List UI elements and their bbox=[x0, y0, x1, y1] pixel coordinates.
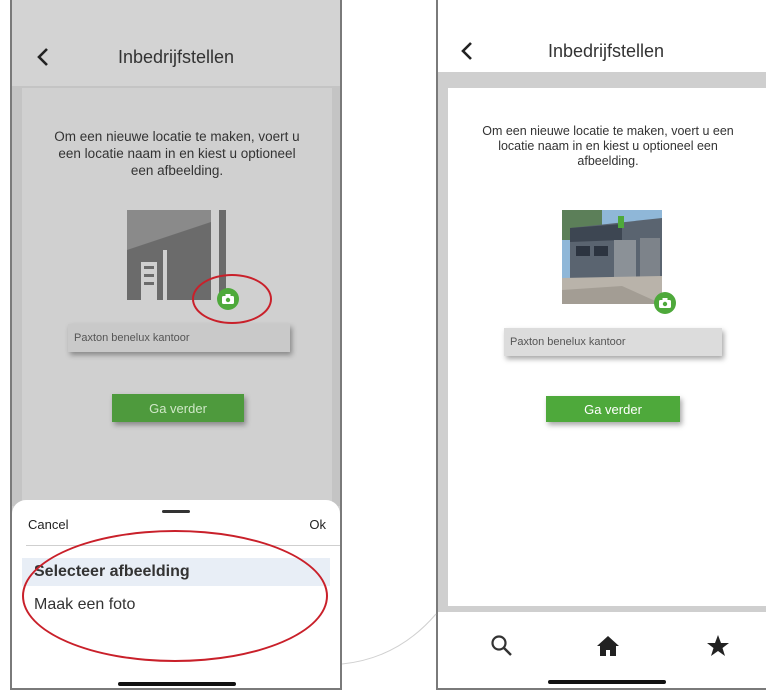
star-icon bbox=[707, 635, 729, 656]
status-bar bbox=[12, 0, 340, 28]
status-bar bbox=[438, 0, 766, 28]
image-source-sheet: Cancel Ok Selecteer afbeelding Maak een … bbox=[12, 500, 340, 688]
location-name-input[interactable] bbox=[504, 328, 722, 356]
back-button[interactable] bbox=[28, 40, 58, 74]
tab-bar bbox=[438, 612, 766, 688]
right-phone-screen: Inbedrijfstellen Om een nieuwe locatie t… bbox=[436, 0, 766, 690]
home-indicator bbox=[548, 680, 666, 684]
camera-button[interactable] bbox=[654, 292, 676, 314]
continue-button-label: Ga verder bbox=[149, 400, 207, 416]
options-highlight-ring bbox=[22, 530, 328, 662]
sheet-ok-button[interactable]: Ok bbox=[309, 517, 326, 532]
continue-button-label: Ga verder bbox=[584, 401, 642, 417]
tab-search[interactable] bbox=[484, 628, 520, 664]
left-phone-screen: Inbedrijfstellen Om een nieuwe locatie t… bbox=[10, 0, 342, 690]
home-icon bbox=[597, 636, 619, 656]
location-name-input[interactable] bbox=[68, 324, 290, 352]
tab-favorites[interactable] bbox=[700, 628, 736, 664]
chevron-left-icon bbox=[37, 48, 48, 66]
tab-home[interactable] bbox=[590, 628, 626, 664]
content-card: Om een nieuwe locatie te maken, voert u … bbox=[22, 88, 332, 508]
intro-text: Om een nieuwe locatie te maken, voert u … bbox=[482, 124, 734, 168]
chevron-left-icon bbox=[461, 42, 472, 60]
continue-button[interactable]: Ga verder bbox=[112, 394, 244, 422]
page-title: Inbedrijfstellen bbox=[117, 46, 235, 67]
home-indicator bbox=[118, 682, 236, 686]
sheet-grabber[interactable] bbox=[162, 510, 190, 513]
camera-highlight-ring bbox=[192, 274, 272, 324]
continue-button[interactable]: Ga verder bbox=[546, 396, 680, 422]
page-title: Inbedrijfstellen bbox=[547, 40, 665, 61]
content-card: Om een nieuwe locatie te maken, voert u … bbox=[448, 88, 766, 606]
nav-bar: Inbedrijfstellen bbox=[438, 30, 766, 72]
location-photo bbox=[562, 210, 662, 304]
back-button[interactable] bbox=[452, 34, 482, 68]
camera-icon bbox=[659, 298, 671, 308]
sheet-cancel-button[interactable]: Cancel bbox=[28, 517, 68, 532]
search-icon bbox=[491, 635, 512, 656]
intro-text: Om een nieuwe locatie te maken, voert u … bbox=[54, 129, 300, 178]
connector-line bbox=[342, 613, 437, 665]
nav-bar: Inbedrijfstellen bbox=[12, 28, 340, 86]
